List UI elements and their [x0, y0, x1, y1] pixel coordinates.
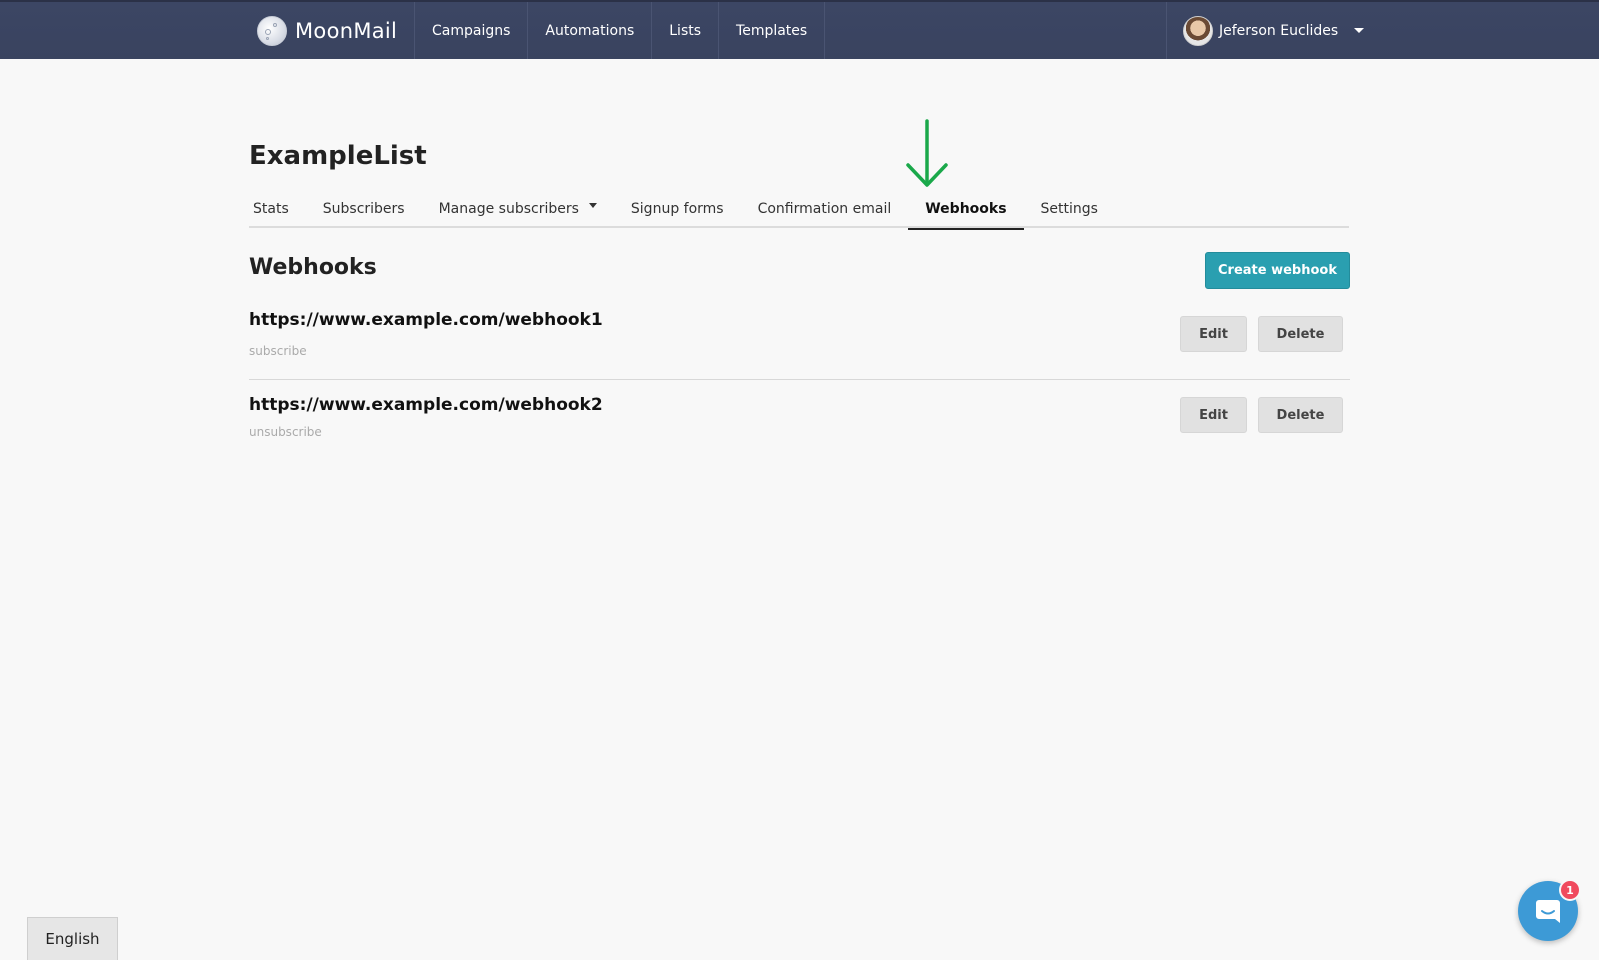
user-menu[interactable]: Jeferson Euclides [1166, 2, 1366, 59]
tab-webhooks[interactable]: Webhooks [908, 190, 1024, 230]
notification-badge: 1 [1559, 879, 1581, 901]
tab-label: Signup forms [630, 201, 724, 217]
tab-stats[interactable]: Stats [253, 190, 289, 228]
language-button[interactable]: English [27, 917, 118, 960]
tab-label: Webhooks [925, 201, 1007, 217]
section-title: Webhooks [249, 255, 377, 280]
tab-label: Stats [253, 201, 289, 217]
delete-button[interactable]: Delete [1258, 316, 1343, 352]
tab-manage-subscribers[interactable]: Manage subscribers [439, 190, 597, 228]
webhook-item: https://www.example.com/webhook1 subscri… [249, 310, 1350, 380]
tab-label: Settings [1040, 201, 1098, 217]
tab-signup-forms[interactable]: Signup forms [631, 190, 724, 228]
caret-down-icon [588, 202, 597, 208]
tab-label: Confirmation email [757, 201, 892, 217]
delete-button[interactable]: Delete [1258, 397, 1343, 433]
webhook-actions: Edit Delete [1180, 316, 1343, 352]
moon-logo-icon [257, 16, 287, 46]
tab-label: Manage subscribers [438, 201, 579, 217]
brand-name: MoonMail [295, 19, 398, 43]
arrow-down-icon [906, 119, 948, 187]
edit-button[interactable]: Edit [1180, 397, 1247, 433]
webhook-actions: Edit Delete [1180, 397, 1343, 433]
tab-label: Subscribers [322, 201, 405, 217]
avatar [1183, 15, 1213, 46]
top-navbar: MoonMail Campaigns Automations Lists Tem… [0, 0, 1599, 59]
nav-item-templates[interactable]: Templates [719, 2, 826, 59]
tab-subscribers[interactable]: Subscribers [323, 190, 405, 228]
nav-item-lists[interactable]: Lists [652, 2, 720, 59]
main-nav: Campaigns Automations Lists Templates [414, 2, 826, 59]
page-title: ExampleList [249, 141, 427, 171]
chevron-down-icon [1354, 28, 1365, 33]
webhook-item: https://www.example.com/webhook2 unsubsc… [249, 395, 1350, 455]
tab-confirmation-email[interactable]: Confirmation email [758, 190, 892, 228]
tab-settings[interactable]: Settings [1041, 190, 1098, 228]
nav-item-automations[interactable]: Automations [528, 2, 653, 59]
create-webhook-button[interactable]: Create webhook [1205, 252, 1350, 289]
user-name: Jeferson Euclides [1219, 22, 1339, 39]
nav-item-campaigns[interactable]: Campaigns [415, 2, 529, 59]
brand[interactable]: MoonMail [257, 15, 397, 47]
chat-icon [1536, 900, 1560, 923]
edit-button[interactable]: Edit [1180, 316, 1247, 352]
list-tabs: Stats Subscribers Manage subscribers Sig… [249, 190, 1349, 230]
